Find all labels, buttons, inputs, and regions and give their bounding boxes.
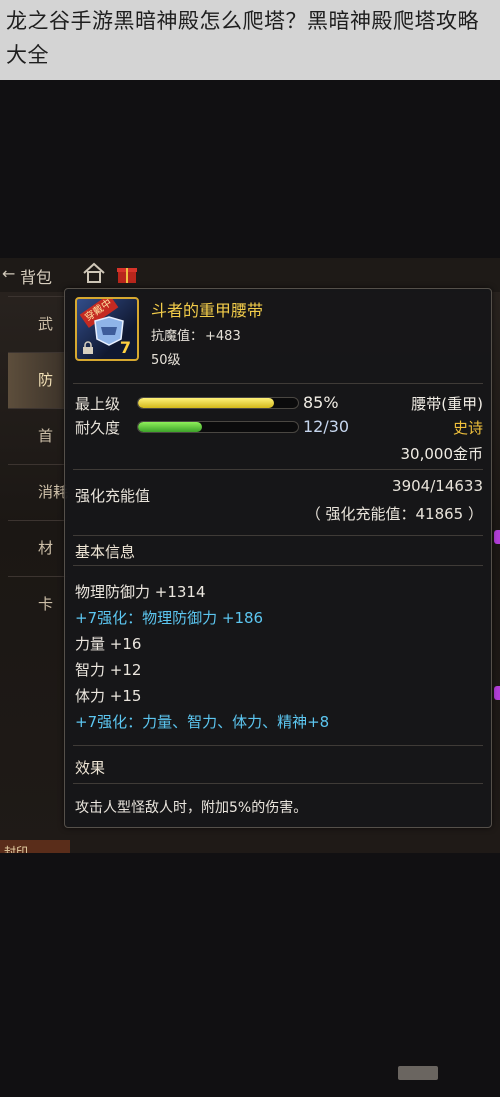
article-header: 龙之谷手游黑暗神殿怎么爬塔？黑暗神殿爬塔攻略大全 bbox=[0, 0, 500, 80]
enhance-level-mark: 7 bbox=[119, 338, 131, 357]
sidebar-tab-consumable[interactable]: 消耗 bbox=[8, 464, 68, 520]
divider bbox=[73, 383, 483, 384]
info-line: 物理防御力 +1314 bbox=[75, 583, 206, 601]
magic-resist-value: +483 bbox=[205, 329, 241, 344]
info-line: +7强化：力量、智力、体力、精神+8 bbox=[75, 713, 330, 731]
watermark-logo bbox=[398, 1066, 438, 1080]
sidebar-tab-material[interactable]: 材 bbox=[8, 520, 68, 576]
sidebar-tab-weapon[interactable]: 武 bbox=[8, 296, 68, 352]
bag-tab[interactable]: 背包 bbox=[20, 264, 52, 288]
info-line: 力量 +16 bbox=[75, 635, 142, 653]
effect-text: 攻击人型怪敌人时，附加5%的伤害。 bbox=[75, 800, 308, 816]
sidebar-tab-accessory[interactable]: 首 bbox=[8, 408, 68, 464]
info-line: +7强化：物理防御力 +186 bbox=[75, 609, 264, 627]
durability-value: 12/30 bbox=[303, 417, 350, 436]
sidebar-tab-label: 卡 bbox=[38, 595, 54, 613]
top-level-bar bbox=[137, 397, 299, 409]
sidebar-tab-card[interactable]: 卡 bbox=[8, 576, 68, 632]
belt-item-icon: 穿戴中 7 bbox=[75, 297, 139, 361]
divider bbox=[73, 565, 483, 566]
charge-total: （ 强化充能值：41865 ） bbox=[305, 505, 483, 523]
top-level-label: 最上级 bbox=[75, 395, 121, 413]
edge-marker bbox=[494, 530, 500, 544]
divider bbox=[73, 535, 483, 536]
item-price: 30,000金币 bbox=[400, 445, 484, 463]
effect-title: 效果 bbox=[75, 759, 106, 777]
magic-resist-line: 抗魔值： +483 bbox=[151, 325, 241, 344]
sidebar-tab-label: 防 bbox=[38, 371, 54, 389]
home-icon[interactable] bbox=[82, 262, 106, 284]
sidebar-tab-label: 武 bbox=[38, 315, 54, 333]
divider bbox=[73, 469, 483, 470]
back-arrow-icon[interactable]: ← bbox=[2, 264, 15, 283]
item-tooltip-panel: 穿戴中 7 斗者的重甲腰带 抗魔值： +483 50级 最上级 85% 腰带(重甲… bbox=[64, 288, 492, 828]
edge-marker bbox=[494, 686, 500, 700]
sidebar-bottom-button[interactable]: 封印 bbox=[0, 840, 70, 853]
divider bbox=[73, 745, 483, 746]
divider bbox=[73, 783, 483, 784]
durability-bar bbox=[137, 421, 299, 433]
article-title: 龙之谷手游黑暗神殿怎么爬塔？黑暗神殿爬塔攻略大全 bbox=[6, 9, 479, 67]
top-level-value: 85% bbox=[303, 393, 339, 412]
item-name: 斗者的重甲腰带 bbox=[151, 301, 264, 320]
lock-icon bbox=[83, 341, 93, 354]
sidebar-tab-armor[interactable]: 防 bbox=[8, 352, 68, 408]
gift-icon[interactable] bbox=[116, 264, 138, 284]
basic-info-title: 基本信息 bbox=[75, 543, 136, 561]
sidebar-tab-label: 材 bbox=[38, 539, 54, 557]
sidebar-bottom-label: 封印 bbox=[4, 845, 29, 853]
info-line: 体力 +15 bbox=[75, 687, 142, 705]
charge-label: 强化充能值 bbox=[75, 487, 151, 505]
durability-label: 耐久度 bbox=[75, 419, 121, 437]
charge-value: 3904/14633 bbox=[392, 477, 483, 495]
item-type: 腰带(重甲) bbox=[411, 395, 483, 413]
game-screenshot: ← 背包 武 防 首 消耗 材 卡 封印 穿戴中 7 斗者的重甲腰带 抗魔值： … bbox=[0, 258, 500, 853]
category-sidebar: 武 防 首 消耗 材 卡 封印 bbox=[0, 294, 70, 853]
durability-bar-fill bbox=[138, 422, 202, 432]
top-level-bar-fill bbox=[138, 398, 274, 408]
item-level: 50级 bbox=[151, 353, 181, 368]
info-line: 智力 +12 bbox=[75, 661, 142, 679]
magic-resist-label: 抗魔值： bbox=[151, 329, 204, 344]
rarity-label: 史诗 bbox=[452, 419, 483, 437]
sidebar-tab-label: 首 bbox=[38, 427, 54, 445]
game-topbar: ← 背包 bbox=[0, 258, 500, 292]
